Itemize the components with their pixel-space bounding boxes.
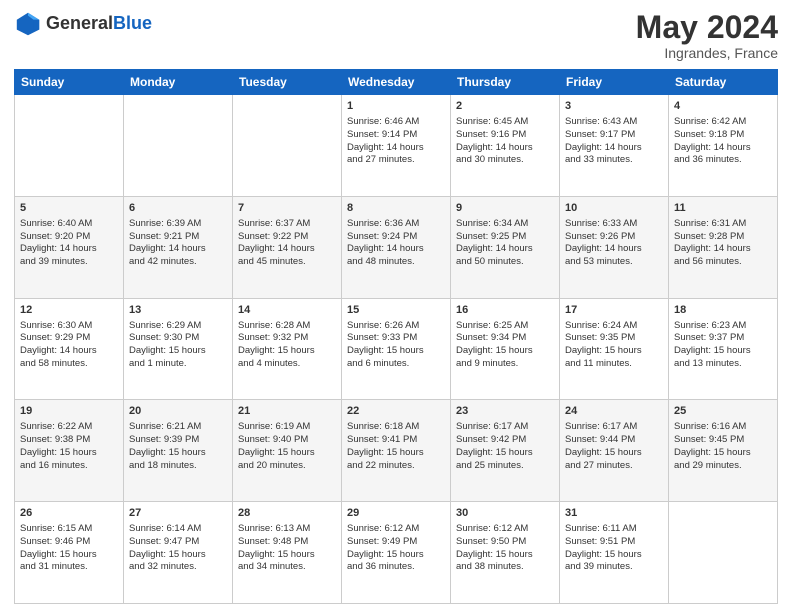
calendar-header-row: Sunday Monday Tuesday Wednesday Thursday…	[15, 70, 778, 95]
calendar-cell: 4Sunrise: 6:42 AMSunset: 9:18 PMDaylight…	[669, 95, 778, 197]
day-number: 16	[456, 303, 554, 318]
calendar-cell	[669, 502, 778, 604]
calendar-cell: 15Sunrise: 6:26 AMSunset: 9:33 PMDayligh…	[342, 298, 451, 400]
col-thursday: Thursday	[451, 70, 560, 95]
logo-icon	[14, 10, 42, 38]
logo-blue: Blue	[113, 14, 152, 34]
day-number: 10	[565, 201, 663, 216]
calendar-cell: 22Sunrise: 6:18 AMSunset: 9:41 PMDayligh…	[342, 400, 451, 502]
calendar-cell: 28Sunrise: 6:13 AMSunset: 9:48 PMDayligh…	[233, 502, 342, 604]
calendar-cell: 1Sunrise: 6:46 AMSunset: 9:14 PMDaylight…	[342, 95, 451, 197]
logo-text: General Blue	[46, 14, 152, 34]
calendar-cell: 8Sunrise: 6:36 AMSunset: 9:24 PMDaylight…	[342, 196, 451, 298]
calendar-cell: 19Sunrise: 6:22 AMSunset: 9:38 PMDayligh…	[15, 400, 124, 502]
calendar-cell: 2Sunrise: 6:45 AMSunset: 9:16 PMDaylight…	[451, 95, 560, 197]
day-number: 4	[674, 99, 772, 114]
page-container: General Blue May 2024 Ingrandes, France …	[0, 0, 792, 612]
calendar-week-3: 12Sunrise: 6:30 AMSunset: 9:29 PMDayligh…	[15, 298, 778, 400]
calendar-cell	[15, 95, 124, 197]
day-number: 27	[129, 506, 227, 521]
col-saturday: Saturday	[669, 70, 778, 95]
calendar-cell: 13Sunrise: 6:29 AMSunset: 9:30 PMDayligh…	[124, 298, 233, 400]
day-number: 12	[20, 303, 118, 318]
day-number: 7	[238, 201, 336, 216]
calendar-cell: 14Sunrise: 6:28 AMSunset: 9:32 PMDayligh…	[233, 298, 342, 400]
day-number: 5	[20, 201, 118, 216]
calendar-cell	[233, 95, 342, 197]
calendar-cell: 31Sunrise: 6:11 AMSunset: 9:51 PMDayligh…	[560, 502, 669, 604]
day-number: 14	[238, 303, 336, 318]
col-sunday: Sunday	[15, 70, 124, 95]
day-number: 17	[565, 303, 663, 318]
calendar-cell: 7Sunrise: 6:37 AMSunset: 9:22 PMDaylight…	[233, 196, 342, 298]
day-number: 20	[129, 404, 227, 419]
calendar-cell: 18Sunrise: 6:23 AMSunset: 9:37 PMDayligh…	[669, 298, 778, 400]
day-number: 15	[347, 303, 445, 318]
calendar-week-5: 26Sunrise: 6:15 AMSunset: 9:46 PMDayligh…	[15, 502, 778, 604]
calendar-cell: 25Sunrise: 6:16 AMSunset: 9:45 PMDayligh…	[669, 400, 778, 502]
day-number: 6	[129, 201, 227, 216]
calendar-week-4: 19Sunrise: 6:22 AMSunset: 9:38 PMDayligh…	[15, 400, 778, 502]
day-number: 3	[565, 99, 663, 114]
location: Ingrandes, France	[636, 45, 778, 61]
calendar-cell: 12Sunrise: 6:30 AMSunset: 9:29 PMDayligh…	[15, 298, 124, 400]
calendar-week-2: 5Sunrise: 6:40 AMSunset: 9:20 PMDaylight…	[15, 196, 778, 298]
day-number: 26	[20, 506, 118, 521]
calendar-cell: 6Sunrise: 6:39 AMSunset: 9:21 PMDaylight…	[124, 196, 233, 298]
day-number: 31	[565, 506, 663, 521]
calendar-week-1: 1Sunrise: 6:46 AMSunset: 9:14 PMDaylight…	[15, 95, 778, 197]
day-number: 11	[674, 201, 772, 216]
calendar-cell: 26Sunrise: 6:15 AMSunset: 9:46 PMDayligh…	[15, 502, 124, 604]
calendar-cell: 10Sunrise: 6:33 AMSunset: 9:26 PMDayligh…	[560, 196, 669, 298]
day-number: 9	[456, 201, 554, 216]
col-tuesday: Tuesday	[233, 70, 342, 95]
day-number: 23	[456, 404, 554, 419]
calendar-cell: 21Sunrise: 6:19 AMSunset: 9:40 PMDayligh…	[233, 400, 342, 502]
calendar-cell: 16Sunrise: 6:25 AMSunset: 9:34 PMDayligh…	[451, 298, 560, 400]
month-title: May 2024	[636, 10, 778, 45]
day-number: 21	[238, 404, 336, 419]
calendar-table: Sunday Monday Tuesday Wednesday Thursday…	[14, 69, 778, 604]
day-number: 24	[565, 404, 663, 419]
day-number: 8	[347, 201, 445, 216]
calendar-cell: 27Sunrise: 6:14 AMSunset: 9:47 PMDayligh…	[124, 502, 233, 604]
day-number: 19	[20, 404, 118, 419]
day-number: 25	[674, 404, 772, 419]
logo-general: General	[46, 14, 113, 34]
day-number: 1	[347, 99, 445, 114]
calendar-cell: 9Sunrise: 6:34 AMSunset: 9:25 PMDaylight…	[451, 196, 560, 298]
calendar-cell: 11Sunrise: 6:31 AMSunset: 9:28 PMDayligh…	[669, 196, 778, 298]
day-number: 28	[238, 506, 336, 521]
day-number: 13	[129, 303, 227, 318]
day-number: 18	[674, 303, 772, 318]
title-block: May 2024 Ingrandes, France	[636, 10, 778, 61]
calendar-cell: 23Sunrise: 6:17 AMSunset: 9:42 PMDayligh…	[451, 400, 560, 502]
calendar-cell: 30Sunrise: 6:12 AMSunset: 9:50 PMDayligh…	[451, 502, 560, 604]
calendar-cell: 24Sunrise: 6:17 AMSunset: 9:44 PMDayligh…	[560, 400, 669, 502]
day-number: 29	[347, 506, 445, 521]
calendar-cell: 5Sunrise: 6:40 AMSunset: 9:20 PMDaylight…	[15, 196, 124, 298]
calendar-cell: 20Sunrise: 6:21 AMSunset: 9:39 PMDayligh…	[124, 400, 233, 502]
col-wednesday: Wednesday	[342, 70, 451, 95]
header: General Blue May 2024 Ingrandes, France	[14, 10, 778, 61]
day-number: 2	[456, 99, 554, 114]
calendar-cell	[124, 95, 233, 197]
calendar-cell: 29Sunrise: 6:12 AMSunset: 9:49 PMDayligh…	[342, 502, 451, 604]
calendar-cell: 17Sunrise: 6:24 AMSunset: 9:35 PMDayligh…	[560, 298, 669, 400]
col-friday: Friday	[560, 70, 669, 95]
day-number: 22	[347, 404, 445, 419]
logo: General Blue	[14, 10, 152, 38]
col-monday: Monday	[124, 70, 233, 95]
day-number: 30	[456, 506, 554, 521]
calendar-cell: 3Sunrise: 6:43 AMSunset: 9:17 PMDaylight…	[560, 95, 669, 197]
